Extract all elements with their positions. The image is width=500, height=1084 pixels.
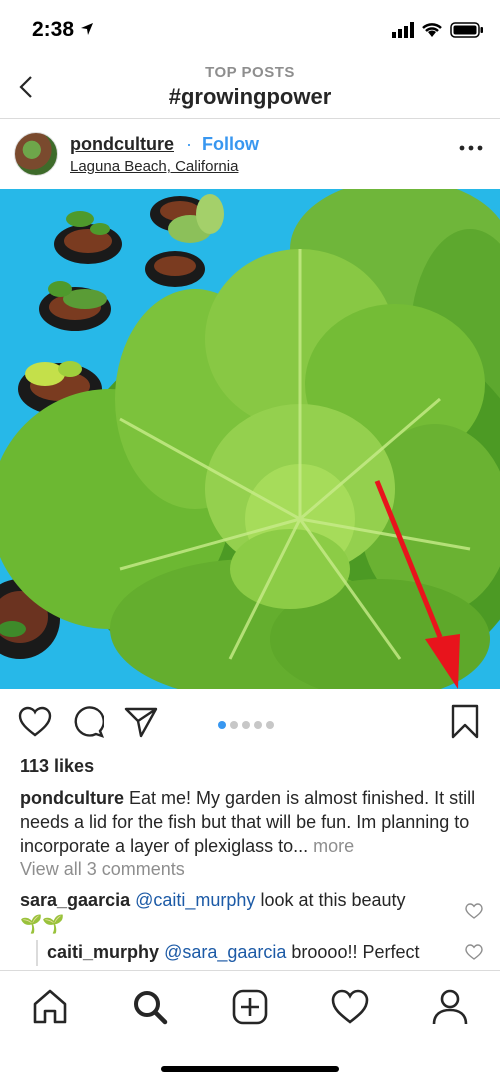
comment-like-heart-icon[interactable]	[465, 903, 483, 919]
signal-icon	[392, 22, 414, 38]
profile-icon[interactable]	[430, 987, 470, 1027]
carousel-dot	[254, 721, 262, 729]
comment-mention[interactable]: @caiti_murphy	[135, 890, 255, 910]
home-icon[interactable]	[30, 987, 70, 1027]
follow-button[interactable]: Follow	[202, 134, 259, 155]
post-username[interactable]: pondculture	[70, 134, 174, 155]
post-photo[interactable]	[0, 189, 500, 689]
share-icon[interactable]	[124, 706, 158, 738]
bookmark-icon[interactable]	[450, 704, 480, 740]
post-header: pondculture · Follow Laguna Beach, Calif…	[0, 119, 500, 189]
more-dots-icon[interactable]	[458, 143, 484, 153]
battery-icon	[450, 22, 483, 38]
comment-username[interactable]: sara_gaarcia	[20, 890, 130, 910]
status-time: 2:38	[32, 18, 75, 41]
wifi-icon	[422, 23, 442, 37]
carousel-dot	[230, 721, 238, 729]
post-caption: pondculture Eat me! My garden is almost …	[20, 786, 482, 858]
navigation-header: TOP POSTS #growingpower	[0, 60, 500, 119]
caption-username[interactable]: pondculture	[20, 788, 124, 808]
search-icon[interactable]	[130, 987, 170, 1027]
separator-dot: ·	[186, 134, 192, 154]
avatar[interactable]	[14, 132, 58, 176]
carousel-dot	[242, 721, 250, 729]
comment-icon[interactable]	[72, 706, 104, 738]
view-all-comments-link[interactable]: View all 3 comments	[20, 859, 185, 880]
page-title: #growingpower	[168, 84, 332, 109]
activity-heart-icon[interactable]	[330, 987, 370, 1027]
status-bar: 2:38	[0, 0, 500, 60]
comment-emoji: 🌱🌱	[20, 914, 65, 934]
heart-icon[interactable]	[18, 706, 52, 738]
comment-username[interactable]: caiti_murphy	[47, 942, 159, 962]
reply-thread-line	[36, 940, 38, 966]
post-location[interactable]: Laguna Beach, California	[70, 158, 238, 175]
comment-mention[interactable]: @sara_gaarcia	[164, 942, 286, 962]
comment-text: broooo!! Perfect	[286, 942, 420, 962]
lettuce-image	[0, 189, 500, 689]
reply-like-heart-icon[interactable]	[465, 944, 483, 960]
caption-more-link[interactable]: more	[308, 836, 354, 856]
nav-subtitle: TOP POSTS	[205, 64, 295, 81]
carousel-indicator	[218, 716, 278, 734]
add-post-icon[interactable]	[230, 987, 270, 1027]
comment-item: sara_gaarcia @caiti_murphy look at this …	[20, 888, 450, 936]
comment-text: look at this beauty	[255, 890, 406, 910]
likes-count[interactable]: 113 likes	[20, 756, 94, 777]
carousel-dot	[218, 721, 226, 729]
home-indicator	[161, 1066, 339, 1072]
carousel-dot	[266, 721, 274, 729]
reply-item: caiti_murphy @sara_gaarcia broooo!! Perf…	[47, 940, 457, 964]
location-arrow-icon	[81, 23, 93, 35]
